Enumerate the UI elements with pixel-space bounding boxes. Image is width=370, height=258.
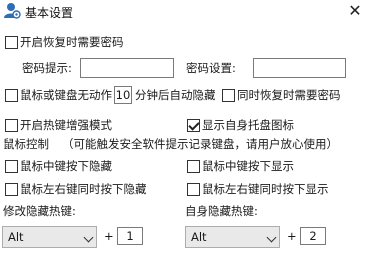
auto-hide-minutes-input[interactable]: 10 bbox=[114, 86, 132, 104]
self-modifier-select[interactable]: Alt bbox=[185, 226, 280, 248]
middle-show-checkbox[interactable] bbox=[187, 160, 200, 173]
modify-plus-sign: + bbox=[104, 229, 114, 243]
enable-password-checkbox[interactable] bbox=[5, 36, 18, 49]
show-tray-checkbox[interactable] bbox=[187, 119, 200, 132]
password-hint-field[interactable] bbox=[80, 58, 174, 78]
middle-hide-label: 鼠标中键按下隐藏 bbox=[20, 159, 112, 173]
close-icon[interactable]: ✕ bbox=[343, 0, 367, 22]
modify-modifier-select[interactable]: Alt bbox=[2, 226, 97, 248]
window-title: 基本设置 bbox=[25, 6, 74, 20]
restore-password-label: 同时恢复时需要密码 bbox=[237, 88, 341, 102]
modify-key-input[interactable]: 1 bbox=[117, 227, 143, 245]
enable-password-label: 开启恢复时需要密码 bbox=[20, 35, 124, 49]
self-plus-sign: + bbox=[287, 229, 297, 243]
auto-hide-prefix-label: 鼠标或键盘无动作 bbox=[20, 88, 112, 102]
password-set-field[interactable] bbox=[253, 58, 346, 78]
self-hotkey-label: 自身隐藏热键: bbox=[185, 204, 258, 218]
chevron-down-icon bbox=[266, 232, 277, 243]
mouse-control-heading: 鼠标控制 bbox=[3, 137, 49, 151]
hotkey-enhance-checkbox[interactable] bbox=[5, 119, 18, 132]
auto-hide-checkbox[interactable] bbox=[5, 89, 18, 102]
lr-show-checkbox[interactable] bbox=[187, 183, 200, 196]
modify-hotkey-label: 修改隐藏热键: bbox=[3, 204, 76, 218]
mouse-control-note: （可能触发安全软件提示记录键盘，请用户放心使用） bbox=[62, 137, 338, 151]
password-set-label: 密码设置: bbox=[186, 61, 236, 75]
auto-hide-suffix-label: 分钟后自动隐藏 bbox=[135, 88, 216, 102]
self-modifier-value: Alt bbox=[191, 230, 207, 244]
lr-show-label: 鼠标左右键同时按下显示 bbox=[202, 182, 329, 196]
restore-password-checkbox[interactable] bbox=[222, 89, 235, 102]
self-key-input[interactable]: 2 bbox=[300, 227, 326, 245]
hotkey-enhance-label: 开启热键增强模式 bbox=[20, 118, 112, 132]
lr-hide-label: 鼠标左右键同时按下隐藏 bbox=[20, 182, 147, 196]
middle-show-label: 鼠标中键按下显示 bbox=[202, 159, 294, 173]
lr-hide-checkbox[interactable] bbox=[5, 183, 18, 196]
chevron-down-icon bbox=[83, 232, 94, 243]
title-bar: 基本设置 ✕ bbox=[0, 0, 370, 24]
modify-modifier-value: Alt bbox=[8, 230, 24, 244]
password-hint-label: 密码提示: bbox=[22, 61, 72, 75]
show-tray-label: 显示自身托盘图标 bbox=[202, 118, 294, 132]
user-settings-icon bbox=[4, 3, 21, 19]
middle-hide-checkbox[interactable] bbox=[5, 160, 18, 173]
